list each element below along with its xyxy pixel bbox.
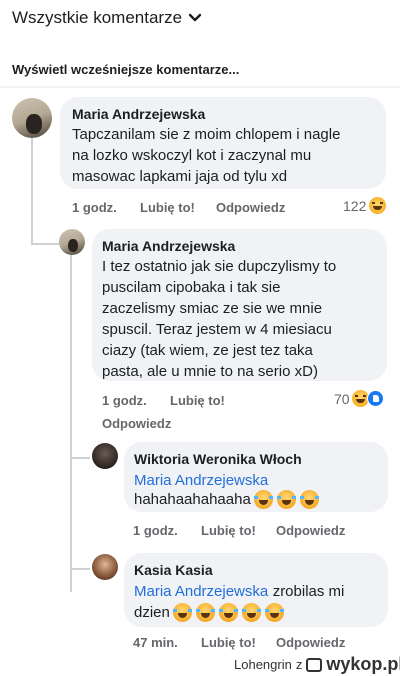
laughing-emoji-icon: [264, 603, 284, 622]
watermark-site: wykop.pl: [326, 654, 400, 674]
comment-text: hahahaahahaaha: [134, 491, 251, 508]
haha-reaction-icon: [369, 197, 387, 214]
watermark: Lohengrin z wykop.pl: [234, 654, 400, 675]
laughing-emoji-icon: [241, 603, 261, 622]
chevron-down-icon: [188, 13, 202, 22]
comments-filter-dropdown[interactable]: Wszystkie komentarze: [12, 8, 202, 28]
thread-line: [70, 457, 90, 459]
comment-author[interactable]: Wiktoria Weronika Włoch: [134, 451, 302, 467]
comment-text: Tapczanilam sie z moim chlopem i nagle n…: [72, 126, 341, 185]
comment-time[interactable]: 1 godz.: [72, 200, 117, 215]
comment-text: dzien: [134, 604, 170, 621]
reply-button[interactable]: Odpowiedz: [216, 200, 285, 215]
comment-author[interactable]: Maria Andrzejewska: [102, 238, 235, 254]
watermark-user: Lohengrin: [234, 657, 292, 672]
reactions-summary[interactable]: 122: [343, 197, 387, 214]
comment-bubble: Kasia Kasia Maria Andrzejewska zrobilas …: [124, 553, 388, 627]
comments-filter-label: Wszystkie komentarze: [12, 8, 183, 27]
view-previous-comments-link[interactable]: Wyświetl wcześniejsze komentarze...: [12, 62, 239, 77]
like-button[interactable]: Lubię to!: [140, 200, 195, 215]
comment-author[interactable]: Maria Andrzejewska: [72, 106, 205, 122]
like-button[interactable]: Lubię to!: [170, 393, 225, 408]
comment-bubble: Wiktoria Weronika Włoch Maria Andrzejews…: [124, 442, 388, 512]
laughing-emoji-icon: [195, 603, 215, 622]
thread-line: [70, 254, 72, 592]
laughing-emoji-icon: [172, 603, 192, 622]
comment-text: zrobilas mi: [272, 583, 345, 600]
avatar[interactable]: [92, 554, 118, 580]
avatar[interactable]: [12, 98, 52, 138]
reaction-count: 70: [334, 390, 350, 407]
laughing-emoji-icon: [218, 603, 238, 622]
reply-button[interactable]: Odpowiedz: [102, 416, 171, 431]
mention-link[interactable]: Maria Andrzejewska: [134, 470, 268, 491]
thread-line: [31, 243, 59, 245]
thread-line: [31, 137, 33, 245]
reactions-summary[interactable]: 70: [334, 390, 384, 407]
laughing-emoji-icon: [276, 490, 296, 509]
comment-text: I tez ostatnio jak sie dupczylismy to pu…: [102, 258, 337, 380]
reaction-count: 122: [343, 197, 367, 214]
comment-bubble: Maria Andrzejewska I tez ostatnio jak si…: [92, 229, 387, 381]
avatar[interactable]: [59, 229, 85, 255]
comment-time[interactable]: 1 godz.: [133, 523, 178, 538]
like-button[interactable]: Lubię to!: [201, 523, 256, 538]
like-reaction-icon: [366, 390, 384, 407]
comment-bubble: Maria Andrzejewska Tapczanilam sie z moi…: [60, 97, 386, 189]
mention-link[interactable]: Maria Andrzejewska: [134, 583, 268, 600]
comment-time[interactable]: 47 min.: [133, 635, 178, 650]
wykop-logo-icon: [306, 657, 323, 672]
watermark-z: z: [295, 657, 303, 672]
divider: [0, 86, 400, 88]
like-button[interactable]: Lubię to!: [201, 635, 256, 650]
laughing-emoji-icon: [299, 490, 319, 509]
comment-time[interactable]: 1 godz.: [102, 393, 147, 408]
reply-button[interactable]: Odpowiedz: [276, 523, 345, 538]
laughing-emoji-icon: [253, 490, 273, 509]
avatar[interactable]: [92, 443, 118, 469]
thread-line: [70, 568, 90, 570]
reply-button[interactable]: Odpowiedz: [276, 635, 345, 650]
comment-author[interactable]: Kasia Kasia: [134, 562, 213, 578]
